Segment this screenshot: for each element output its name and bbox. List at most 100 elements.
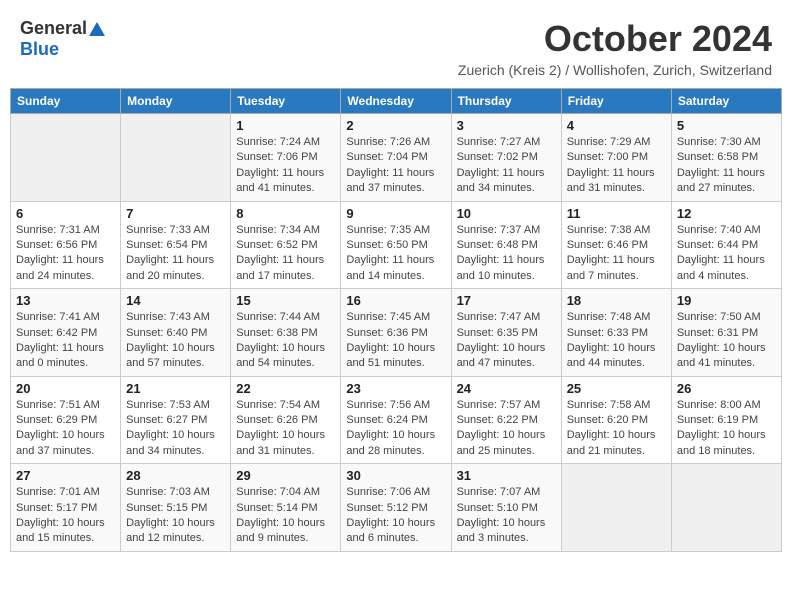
day-number: 13 (16, 293, 115, 308)
day-number: 7 (126, 206, 225, 221)
day-number: 30 (346, 468, 445, 483)
calendar-cell: 8Sunrise: 7:34 AMSunset: 6:52 PMDaylight… (231, 201, 341, 289)
day-info: Sunrise: 7:41 AMSunset: 6:42 PMDaylight:… (16, 310, 115, 372)
day-number: 8 (236, 206, 335, 221)
day-info: Sunrise: 7:47 AMSunset: 6:35 PMDaylight:… (457, 310, 556, 372)
day-number: 28 (126, 468, 225, 483)
day-number: 5 (677, 118, 776, 133)
day-number: 18 (567, 293, 666, 308)
calendar-day-header: Wednesday (341, 89, 451, 114)
day-info: Sunrise: 7:31 AMSunset: 6:56 PMDaylight:… (16, 223, 115, 285)
calendar-table: SundayMondayTuesdayWednesdayThursdayFrid… (10, 88, 782, 552)
day-info: Sunrise: 7:50 AMSunset: 6:31 PMDaylight:… (677, 310, 776, 372)
calendar-day-header: Sunday (11, 89, 121, 114)
day-number: 1 (236, 118, 335, 133)
day-number: 29 (236, 468, 335, 483)
day-number: 20 (16, 381, 115, 396)
day-info: Sunrise: 7:48 AMSunset: 6:33 PMDaylight:… (567, 310, 666, 372)
calendar-cell (561, 464, 671, 552)
calendar-cell (121, 114, 231, 202)
day-number: 6 (16, 206, 115, 221)
day-info: Sunrise: 7:43 AMSunset: 6:40 PMDaylight:… (126, 310, 225, 372)
calendar-cell: 21Sunrise: 7:53 AMSunset: 6:27 PMDayligh… (121, 376, 231, 464)
logo: General Blue (20, 18, 105, 60)
calendar-day-header: Thursday (451, 89, 561, 114)
day-info: Sunrise: 7:54 AMSunset: 6:26 PMDaylight:… (236, 398, 335, 460)
calendar-cell: 9Sunrise: 7:35 AMSunset: 6:50 PMDaylight… (341, 201, 451, 289)
day-info: Sunrise: 8:00 AMSunset: 6:19 PMDaylight:… (677, 398, 776, 460)
day-info: Sunrise: 7:30 AMSunset: 6:58 PMDaylight:… (677, 135, 776, 197)
title-section: October 2024 Zuerich (Kreis 2) / Wollish… (458, 18, 772, 78)
day-number: 31 (457, 468, 556, 483)
calendar-week-row: 1 Sunrise: 7:24 AMSunset: 7:06 PMDaylight… (11, 114, 782, 202)
day-info: Sunrise: 7:01 AMSunset: 5:17 PMDaylight:… (16, 485, 115, 547)
calendar-week-row: 20 Sunrise: 7:51 AMSunset: 6:29 PMDayligh… (11, 376, 782, 464)
calendar-cell: 31Sunrise: 7:07 AMSunset: 5:10 PMDayligh… (451, 464, 561, 552)
calendar-cell: 15 Sunrise: 7:44 AMSunset: 6:38 PMDayligh… (231, 289, 341, 377)
calendar-cell: 1 Sunrise: 7:24 AMSunset: 7:06 PMDaylight… (231, 114, 341, 202)
page-header: General Blue October 2024 Zuerich (Kreis… (10, 10, 782, 82)
day-number: 16 (346, 293, 445, 308)
calendar-cell: 10 Sunrise: 7:37 AMSunset: 6:48 PMDayligh… (451, 201, 561, 289)
day-info: Sunrise: 7:06 AMSunset: 5:12 PMDaylight:… (346, 485, 445, 547)
calendar-cell (11, 114, 121, 202)
calendar-cell: 5 Sunrise: 7:30 AMSunset: 6:58 PMDaylight… (671, 114, 781, 202)
day-number: 25 (567, 381, 666, 396)
calendar-day-header: Tuesday (231, 89, 341, 114)
calendar-cell: 7 Sunrise: 7:33 AMSunset: 6:54 PMDaylight… (121, 201, 231, 289)
day-info: Sunrise: 7:38 AMSunset: 6:46 PMDaylight:… (567, 223, 666, 285)
day-info: Sunrise: 7:33 AMSunset: 6:54 PMDaylight:… (126, 223, 225, 285)
logo-blue-text: Blue (20, 39, 59, 60)
day-number: 11 (567, 206, 666, 221)
calendar-cell: 17Sunrise: 7:47 AMSunset: 6:35 PMDayligh… (451, 289, 561, 377)
day-info: Sunrise: 7:44 AMSunset: 6:38 PMDaylight:… (236, 310, 335, 372)
day-number: 12 (677, 206, 776, 221)
calendar-day-header: Monday (121, 89, 231, 114)
day-info: Sunrise: 7:40 AMSunset: 6:44 PMDaylight:… (677, 223, 776, 285)
calendar-cell: 30 Sunrise: 7:06 AMSunset: 5:12 PMDayligh… (341, 464, 451, 552)
month-title: October 2024 (458, 18, 772, 60)
day-info: Sunrise: 7:04 AMSunset: 5:14 PMDaylight:… (236, 485, 335, 547)
day-number: 9 (346, 206, 445, 221)
calendar-day-header: Friday (561, 89, 671, 114)
calendar-cell: 26Sunrise: 8:00 AMSunset: 6:19 PMDayligh… (671, 376, 781, 464)
calendar-cell: 20 Sunrise: 7:51 AMSunset: 6:29 PMDayligh… (11, 376, 121, 464)
day-number: 15 (236, 293, 335, 308)
calendar-cell: 14 Sunrise: 7:43 AMSunset: 6:40 PMDayligh… (121, 289, 231, 377)
calendar-cell (671, 464, 781, 552)
day-info: Sunrise: 7:24 AMSunset: 7:06 PMDaylight:… (236, 135, 335, 197)
day-info: Sunrise: 7:56 AMSunset: 6:24 PMDaylight:… (346, 398, 445, 460)
calendar-week-row: 27 Sunrise: 7:01 AMSunset: 5:17 PMDayligh… (11, 464, 782, 552)
calendar-cell: 28Sunrise: 7:03 AMSunset: 5:15 PMDayligh… (121, 464, 231, 552)
day-number: 27 (16, 468, 115, 483)
day-number: 21 (126, 381, 225, 396)
calendar-cell: 19 Sunrise: 7:50 AMSunset: 6:31 PMDayligh… (671, 289, 781, 377)
day-number: 19 (677, 293, 776, 308)
day-number: 22 (236, 381, 335, 396)
calendar-cell: 4Sunrise: 7:29 AMSunset: 7:00 PMDaylight… (561, 114, 671, 202)
logo-triangle-icon (89, 22, 105, 36)
day-number: 10 (457, 206, 556, 221)
day-info: Sunrise: 7:58 AMSunset: 6:20 PMDaylight:… (567, 398, 666, 460)
calendar-week-row: 6 Sunrise: 7:31 AMSunset: 6:56 PMDaylight… (11, 201, 782, 289)
calendar-cell: 16 Sunrise: 7:45 AMSunset: 6:36 PMDayligh… (341, 289, 451, 377)
day-info: Sunrise: 7:51 AMSunset: 6:29 PMDaylight:… (16, 398, 115, 460)
day-number: 3 (457, 118, 556, 133)
calendar-week-row: 13 Sunrise: 7:41 AMSunset: 6:42 PMDayligh… (11, 289, 782, 377)
calendar-cell: 13 Sunrise: 7:41 AMSunset: 6:42 PMDayligh… (11, 289, 121, 377)
calendar-cell: 2Sunrise: 7:26 AMSunset: 7:04 PMDaylight… (341, 114, 451, 202)
day-number: 14 (126, 293, 225, 308)
calendar-cell: 23Sunrise: 7:56 AMSunset: 6:24 PMDayligh… (341, 376, 451, 464)
calendar-cell: 27 Sunrise: 7:01 AMSunset: 5:17 PMDayligh… (11, 464, 121, 552)
day-number: 24 (457, 381, 556, 396)
day-info: Sunrise: 7:57 AMSunset: 6:22 PMDaylight:… (457, 398, 556, 460)
day-info: Sunrise: 7:45 AMSunset: 6:36 PMDaylight:… (346, 310, 445, 372)
calendar-cell: 22 Sunrise: 7:54 AMSunset: 6:26 PMDayligh… (231, 376, 341, 464)
day-info: Sunrise: 7:37 AMSunset: 6:48 PMDaylight:… (457, 223, 556, 285)
calendar-cell: 12 Sunrise: 7:40 AMSunset: 6:44 PMDayligh… (671, 201, 781, 289)
calendar-cell: 11 Sunrise: 7:38 AMSunset: 6:46 PMDayligh… (561, 201, 671, 289)
day-number: 4 (567, 118, 666, 133)
calendar-cell: 3Sunrise: 7:27 AMSunset: 7:02 PMDaylight… (451, 114, 561, 202)
logo-general-text: General (20, 18, 87, 39)
calendar-cell: 25 Sunrise: 7:58 AMSunset: 6:20 PMDayligh… (561, 376, 671, 464)
